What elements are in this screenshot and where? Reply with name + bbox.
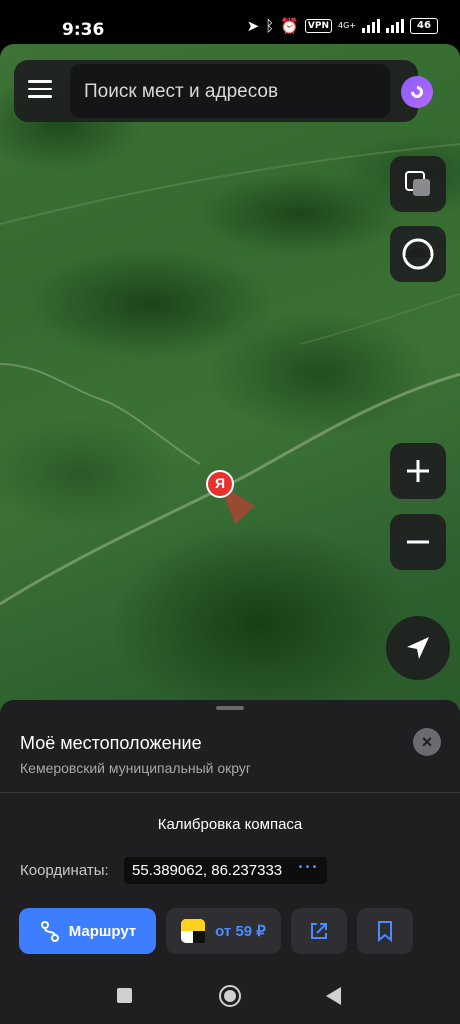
sheet-handle[interactable] bbox=[216, 706, 244, 710]
vpn-badge: VPN bbox=[304, 19, 332, 33]
taxi-button[interactable]: от 59 ₽ bbox=[166, 908, 281, 954]
home-icon[interactable] bbox=[219, 985, 241, 1007]
compass-icon bbox=[402, 238, 434, 270]
layers-icon bbox=[405, 171, 430, 196]
close-icon[interactable]: × bbox=[413, 728, 441, 756]
bookmark-button[interactable] bbox=[357, 908, 413, 954]
place-card: Моё местоположение Кемеровский муниципал… bbox=[0, 700, 460, 962]
search-bar: Поиск мест и адресов bbox=[14, 60, 433, 122]
coordinates-value: 55.389062, 86.237333 bbox=[132, 862, 283, 879]
layers-button[interactable] bbox=[390, 156, 446, 212]
bluetooth-icon: ᛒ bbox=[265, 17, 275, 35]
taxi-price: от 59 ₽ bbox=[215, 923, 266, 940]
bookmark-icon bbox=[378, 921, 392, 942]
signal-icon bbox=[362, 19, 380, 33]
map-view[interactable]: Поиск мест и адресов Я bbox=[0, 44, 460, 724]
my-location-button[interactable] bbox=[386, 616, 450, 680]
search-placeholder: Поиск мест и адресов bbox=[84, 81, 279, 102]
coordinates-label: Координаты: bbox=[20, 862, 109, 879]
status-icons: ➤ ᛒ ⏰ VPN 4G+ 46 bbox=[247, 18, 438, 34]
search-input[interactable]: Поиск мест и адресов bbox=[70, 64, 390, 118]
share-icon bbox=[311, 923, 327, 939]
system-nav-bar bbox=[0, 962, 460, 1024]
map-roads bbox=[0, 143, 460, 606]
battery-icon: 46 bbox=[410, 18, 438, 34]
compass-calibration-link[interactable]: Калибровка компаса bbox=[0, 816, 460, 833]
back-icon[interactable] bbox=[326, 987, 341, 1005]
zoom-out-button[interactable] bbox=[390, 514, 446, 570]
location-arrow-status-icon: ➤ bbox=[246, 17, 260, 35]
coordinates-more-button[interactable]: ··· bbox=[298, 857, 319, 878]
route-label: Маршрут bbox=[68, 922, 137, 940]
menu-icon[interactable] bbox=[28, 80, 52, 100]
recents-icon[interactable] bbox=[117, 988, 132, 1003]
zoom-in-icon bbox=[407, 460, 429, 482]
route-icon bbox=[40, 921, 59, 942]
signal-icon-2 bbox=[386, 19, 404, 33]
location-pin[interactable]: Я bbox=[206, 470, 234, 498]
compass-button[interactable] bbox=[390, 226, 446, 282]
share-button[interactable] bbox=[291, 908, 347, 954]
alarm-icon: ⏰ bbox=[280, 17, 299, 35]
route-button[interactable]: Маршрут bbox=[19, 908, 156, 954]
taxi-icon bbox=[181, 919, 206, 943]
network-type: 4G+ bbox=[338, 21, 356, 30]
location-arrow-icon bbox=[407, 637, 429, 659]
zoom-out-icon bbox=[407, 540, 429, 544]
zoom-in-button[interactable] bbox=[390, 443, 446, 499]
status-bar: 9:36 ➤ ᛒ ⏰ VPN 4G+ 46 bbox=[0, 0, 460, 48]
place-title: Моё местоположение bbox=[20, 733, 202, 753]
status-time: 9:36 bbox=[62, 20, 105, 40]
coordinates-field[interactable]: 55.389062, 86.237333 ··· bbox=[124, 857, 327, 884]
place-subtitle: Кемеровский муниципальный округ bbox=[20, 760, 252, 776]
alice-icon[interactable] bbox=[401, 76, 433, 108]
divider bbox=[0, 792, 460, 793]
